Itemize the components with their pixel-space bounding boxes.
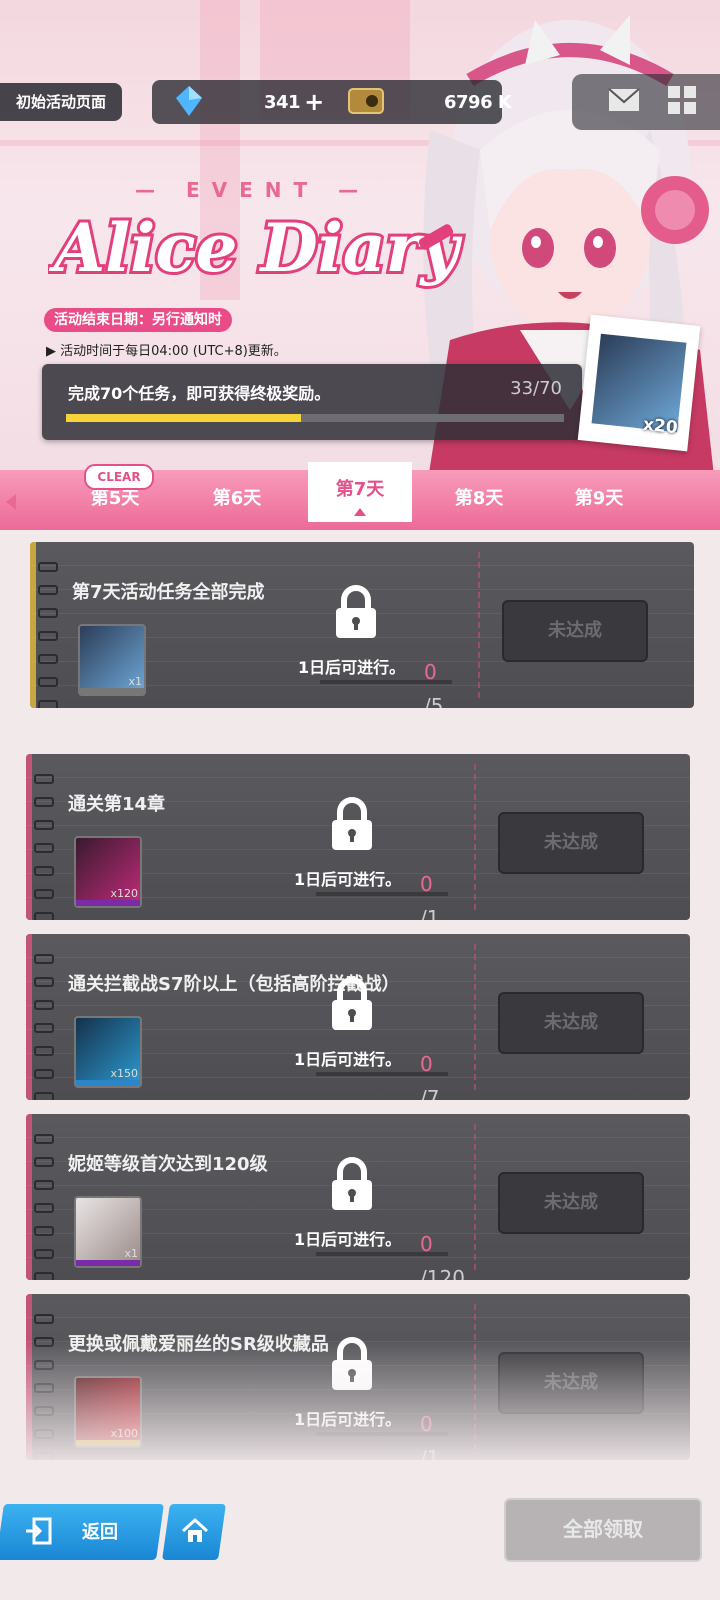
unachieved-button[interactable]: 未达成 xyxy=(498,812,644,874)
credits-value: 6796 K xyxy=(444,91,512,113)
svg-text:Alice Diary: Alice Diary xyxy=(48,209,463,287)
clear-badge: CLEAR xyxy=(84,464,154,490)
reward-item-icon[interactable]: x150 xyxy=(74,1016,142,1088)
add-gems-icon[interactable]: + xyxy=(304,88,324,116)
event-end-date: 活动结束日期：另行通知时 xyxy=(44,308,232,332)
event-logo: Alice Diary xyxy=(48,206,466,290)
mission-card: 第7天活动任务全部完成 x1 1日后可进行。 0/5 未达成 xyxy=(30,542,694,708)
reward-item-quantity: x1 xyxy=(124,1247,138,1260)
tab-day-9[interactable]: 第9天 xyxy=(540,470,658,530)
mission-progress-current: 0 xyxy=(420,1052,433,1076)
unachieved-button[interactable]: 未达成 xyxy=(502,600,648,662)
top-right-panel xyxy=(572,74,720,130)
active-tab-caret xyxy=(354,508,366,516)
mission-progress-bar xyxy=(316,1252,448,1256)
notebook-spiral xyxy=(34,954,54,1100)
card-divider xyxy=(474,1124,476,1270)
reward-item-quantity: x150 xyxy=(110,1067,138,1080)
rarity-stripe xyxy=(76,1260,140,1266)
lock-icon xyxy=(336,585,376,638)
mission-progress-total: /1 xyxy=(420,906,440,920)
tab-day-7-label: 第7天 xyxy=(335,479,385,500)
back-label: 返回 xyxy=(82,1522,118,1543)
menu-grid-icon[interactable] xyxy=(668,86,696,114)
rarity-stripe xyxy=(76,900,140,906)
credit-icon xyxy=(348,88,384,114)
mission-progress: 0/120 xyxy=(420,1222,465,1280)
unachieved-button[interactable]: 未达成 xyxy=(498,992,644,1054)
gems-value: 341 xyxy=(264,91,301,113)
overall-progress-panel: 完成70个任务，即可获得终极奖励。 33/70 xyxy=(42,364,582,440)
unachieved-button[interactable]: 未达成 xyxy=(498,1172,644,1234)
lock-status-text: 1日后可进行。 xyxy=(294,1050,402,1069)
progress-message: 完成70个任务，即可获得终极奖励。 xyxy=(68,384,331,403)
progress-track xyxy=(66,414,564,422)
lock-icon xyxy=(332,1157,372,1210)
mission-progress: 0/7 xyxy=(420,1042,439,1100)
mission-title: 妮姬等级首次达到120级 xyxy=(68,1154,268,1175)
mission-progress-bar xyxy=(316,892,448,896)
card-divider xyxy=(478,552,480,698)
lock-status-text: 1日后可进行。 xyxy=(298,658,406,677)
card-divider xyxy=(474,764,476,910)
notebook-spiral xyxy=(38,562,58,708)
reward-item-icon[interactable]: x1 xyxy=(78,624,146,696)
mission-progress: 0/5 xyxy=(424,650,443,708)
reward-item-icon[interactable]: x120 xyxy=(74,836,142,908)
final-reward-card[interactable]: x20 xyxy=(577,314,701,452)
exit-icon xyxy=(26,1517,52,1545)
rarity-stripe xyxy=(76,1080,140,1086)
mission-progress-bar xyxy=(320,680,452,684)
progress-fill xyxy=(66,414,301,422)
tab-day-7[interactable]: 第7天 xyxy=(308,462,412,522)
gem-icon xyxy=(176,86,202,116)
mission-title: 第7天活动任务全部完成 xyxy=(72,582,265,603)
mission-title: 通关第14章 xyxy=(68,794,166,815)
mission-progress-current: 0 xyxy=(420,1232,433,1256)
notebook-spiral xyxy=(34,1134,54,1280)
tab-day-8[interactable]: 第8天 xyxy=(420,470,538,530)
home-icon xyxy=(181,1517,209,1542)
progress-count: 33/70 xyxy=(510,378,562,399)
mission-card: 通关拦截战S7阶以上（包括高阶拦截战） x150 1日后可进行。 0/7 未达成 xyxy=(26,934,690,1100)
rarity-stripe xyxy=(80,688,144,694)
mail-icon[interactable] xyxy=(608,88,640,112)
lock-icon xyxy=(332,797,372,850)
reward-item-quantity: x120 xyxy=(110,887,138,900)
claim-all-button[interactable]: 全部领取 xyxy=(504,1498,702,1562)
section-divider xyxy=(0,706,720,720)
reward-item-quantity: x1 xyxy=(128,675,142,688)
mission-card: 通关第14章 x120 1日后可进行。 0/1 未达成 xyxy=(26,754,690,920)
credits-counter: 6796 K xyxy=(444,80,512,124)
card-divider xyxy=(474,944,476,1090)
mission-progress-current: 0 xyxy=(420,872,433,896)
mission-progress: 0/1 xyxy=(420,862,439,920)
mission-progress-current: 0 xyxy=(424,660,437,684)
tab-day-6[interactable]: 第6天 xyxy=(178,470,296,530)
mission-progress-bar xyxy=(316,1072,448,1076)
reward-item-icon[interactable]: x1 xyxy=(74,1196,142,1268)
lock-status-text: 1日后可进行。 xyxy=(294,1230,402,1249)
reward-quantity: x20 xyxy=(641,414,679,439)
mission-progress-total: /5 xyxy=(424,694,444,708)
tabs-scroll-left-icon[interactable] xyxy=(6,494,16,510)
notebook-spiral xyxy=(34,774,54,920)
mission-progress-total: /120 xyxy=(420,1266,465,1280)
gems-counter[interactable]: 341 + xyxy=(264,80,324,124)
event-banner: 初始活动页面 341 + 6796 K — EVENT — Alice Diar… xyxy=(0,0,720,530)
page-name-label[interactable]: 初始活动页面 xyxy=(0,83,122,121)
list-fade xyxy=(0,1340,720,1470)
refresh-note: ▶ 活动时间于每日04:00 (UTC+8)更新。 xyxy=(46,344,287,359)
lock-status-text: 1日后可进行。 xyxy=(294,870,402,889)
mission-card: 妮姬等级首次达到120级 x1 1日后可进行。 0/120 未达成 xyxy=(26,1114,690,1280)
lock-icon xyxy=(332,977,372,1030)
mission-progress-total: /7 xyxy=(420,1086,440,1100)
